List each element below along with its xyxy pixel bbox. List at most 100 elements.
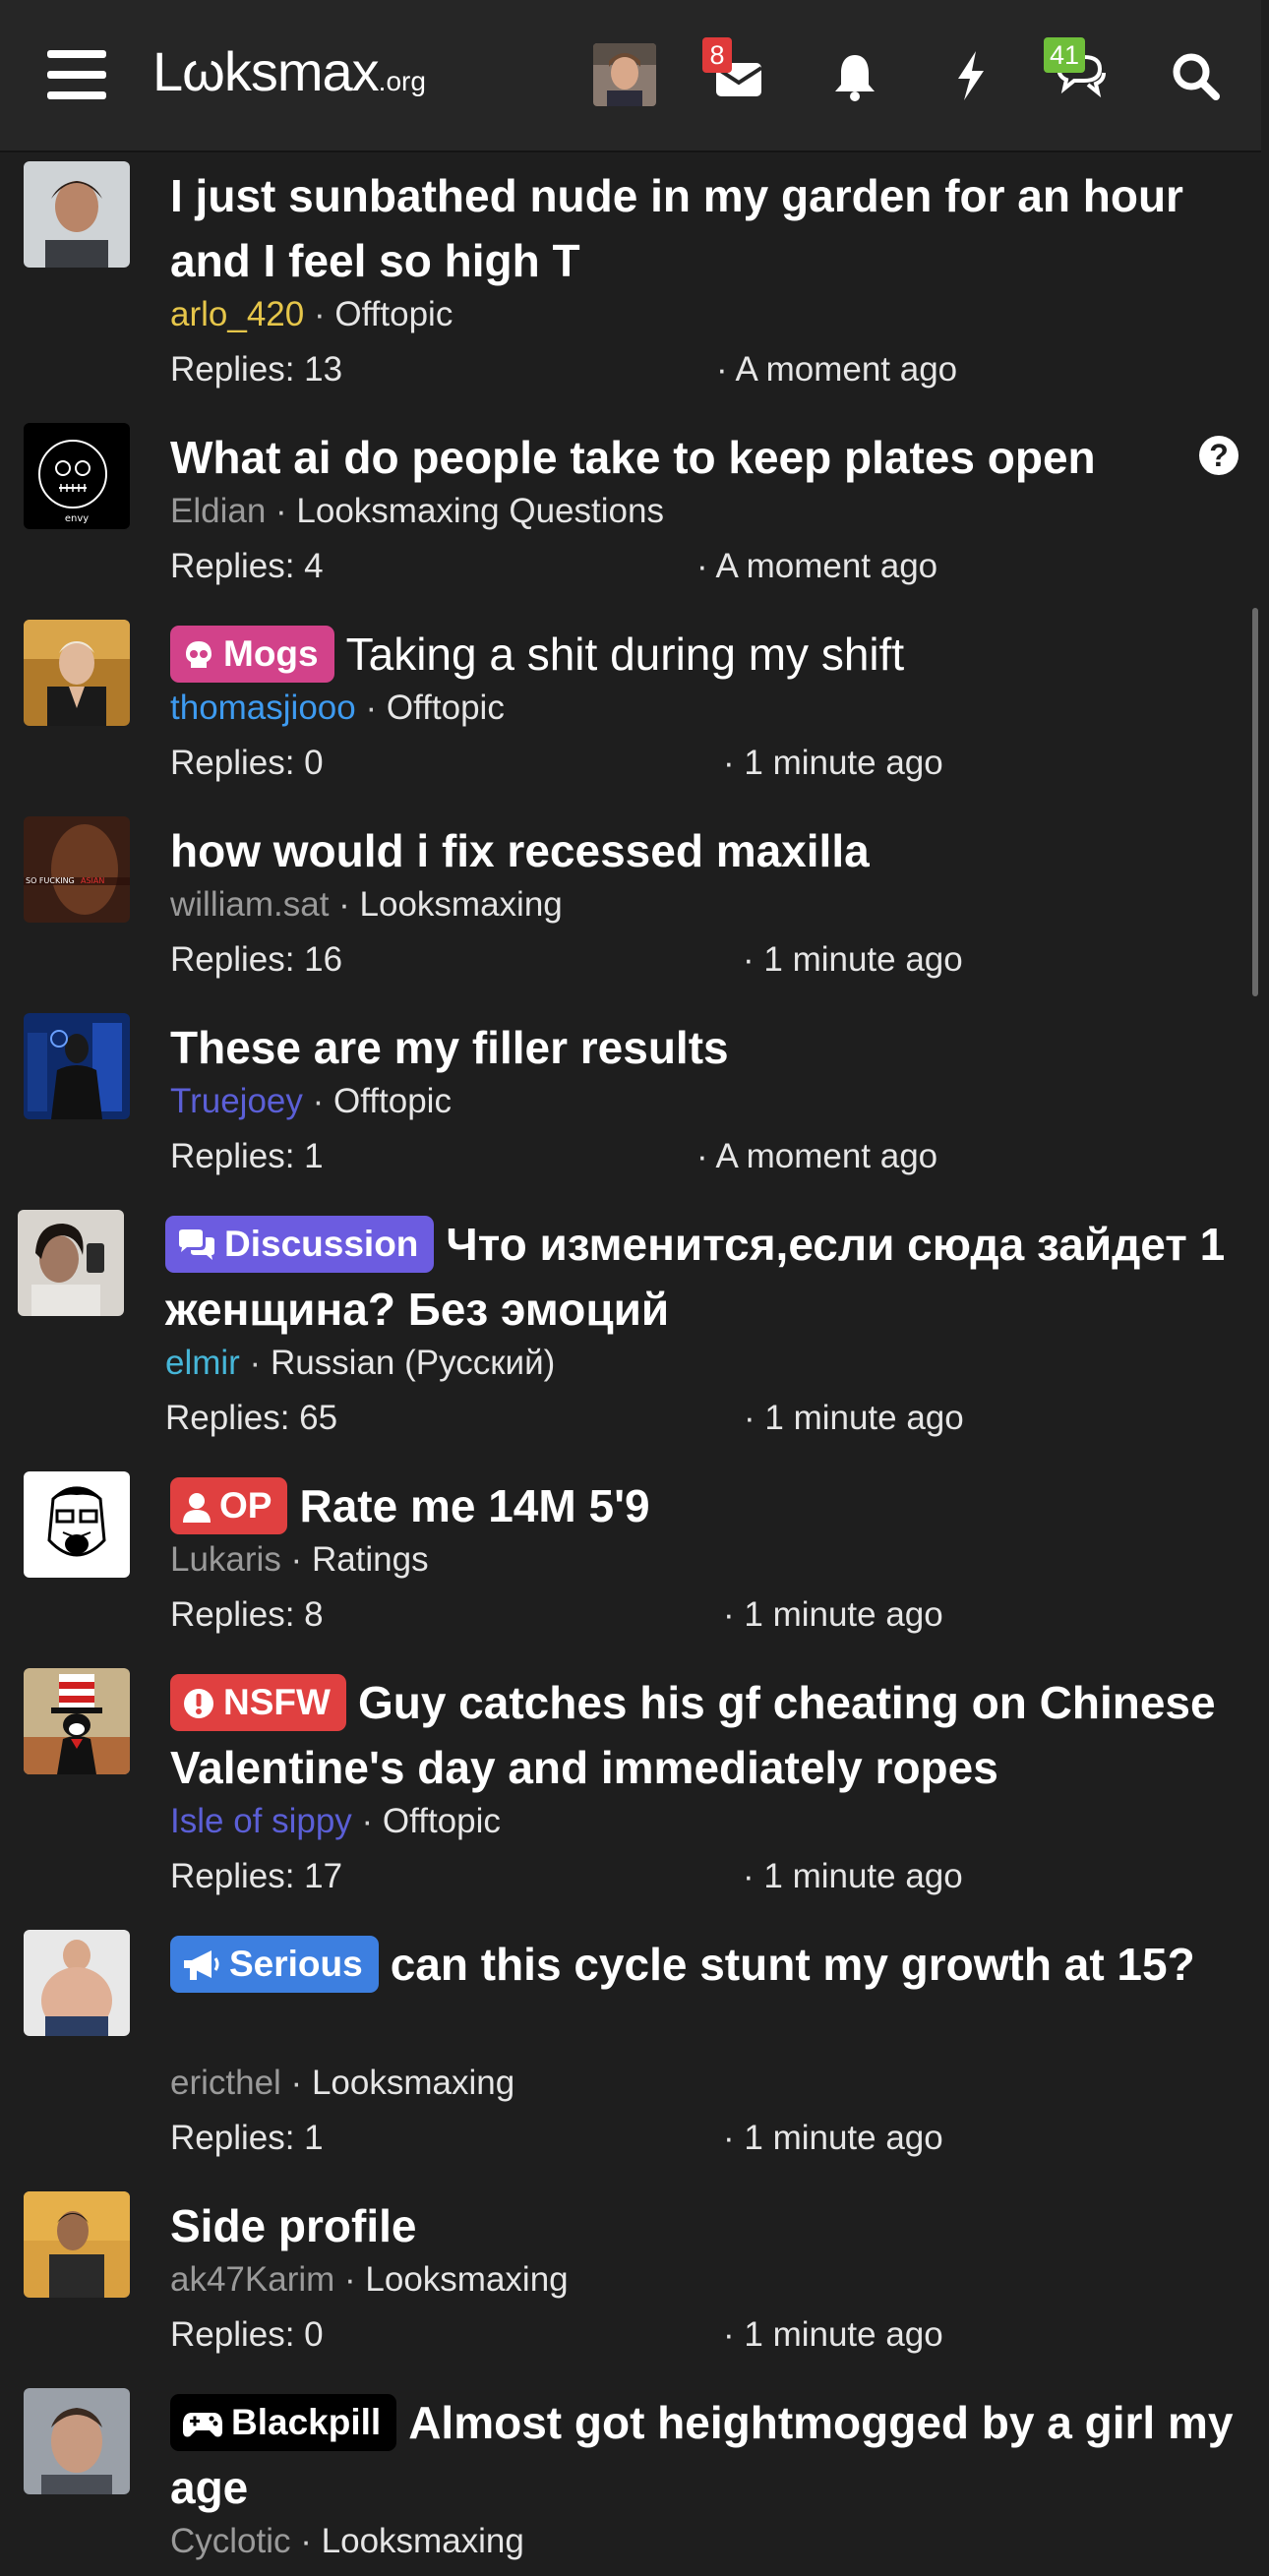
- last-activity[interactable]: · 1 minute ago: [723, 742, 943, 785]
- thread-author[interactable]: william.sat: [170, 885, 329, 924]
- thread-forum[interactable]: Offtopic: [333, 1082, 452, 1120]
- avatar[interactable]: SO FUCKING ASIAN: [24, 816, 130, 923]
- last-activity[interactable]: · A moment ago: [696, 545, 937, 588]
- avatar[interactable]: [24, 161, 130, 268]
- scrollbar[interactable]: [1252, 608, 1258, 996]
- thread-forum[interactable]: Russian (Русский): [271, 1344, 555, 1382]
- reply-count: Replies: 65: [165, 1399, 338, 1437]
- thread-title[interactable]: These are my filler results: [170, 1015, 1242, 1080]
- reply-count: Replies: 1: [170, 2119, 324, 2157]
- thread-author[interactable]: Isle of sippy: [170, 1802, 352, 1840]
- last-activity[interactable]: · A moment ago: [716, 348, 957, 391]
- thread-title[interactable]: NSFW Guy catches his gf cheating on Chine…: [170, 1670, 1242, 1800]
- skull-icon: [182, 631, 215, 689]
- reply-count: Replies: 13: [170, 350, 343, 389]
- svg-text:SO FUCKING: SO FUCKING: [26, 876, 75, 885]
- prefix-blackpill[interactable]: Blackpill: [170, 2394, 397, 2451]
- thread-title[interactable]: Blackpill Almost got heightmogged by a gi…: [170, 2390, 1242, 2520]
- thread-meta: Lukaris · Ratings: [170, 1540, 429, 1579]
- thread-title[interactable]: Mogs Taking a shit during my shift: [170, 622, 1242, 687]
- search-icon[interactable]: [1161, 41, 1230, 110]
- thread-stats: Replies: 4 · A moment ago: [170, 545, 937, 588]
- thread-meta: elmir · Russian (Русский): [165, 1344, 556, 1382]
- thread-forum[interactable]: Offtopic: [334, 295, 453, 333]
- thread-author[interactable]: ericthel: [170, 2064, 281, 2102]
- thread-forum[interactable]: Ratings: [312, 1540, 429, 1579]
- last-activity[interactable]: · 1 minute ago: [744, 1397, 964, 1440]
- user-icon: [182, 1483, 212, 1540]
- thread-author[interactable]: Lukaris: [170, 1540, 281, 1579]
- thread-stats: Replies: 0 · 1 minute ago: [170, 2313, 943, 2357]
- prefix-discussion[interactable]: Discussion: [165, 1216, 435, 1273]
- avatar[interactable]: [24, 1930, 130, 2036]
- bolt-icon[interactable]: [937, 41, 1005, 110]
- thread-meta: william.sat · Looksmaxing: [170, 885, 563, 924]
- alert-icon: [182, 1680, 215, 1737]
- reply-count: Replies: 16: [170, 940, 343, 979]
- svg-text:envy: envy: [65, 513, 89, 524]
- avatar[interactable]: [24, 1668, 130, 1774]
- thread-meta: Truejoey · Offtopic: [170, 1082, 452, 1120]
- last-activity[interactable]: · 1 minute ago: [743, 938, 963, 982]
- thread-author[interactable]: ak47Karim: [170, 2260, 334, 2299]
- thread-author[interactable]: Cyclotic: [170, 2522, 291, 2560]
- avatar[interactable]: [24, 1013, 130, 1119]
- thread-stats: Replies: 1 · 1 minute ago: [170, 2117, 943, 2160]
- thread-meta: ak47Karim · Looksmaxing: [170, 2260, 569, 2299]
- question-icon: ?: [1199, 436, 1239, 475]
- thread-stats: Replies: 17 · 1 minute ago: [170, 1855, 963, 1898]
- menu-icon[interactable]: [47, 50, 106, 99]
- top-navbar: Lωksmax.org 8 41: [0, 0, 1261, 152]
- thread-stats: Replies: 16 · 1 minute ago: [170, 938, 963, 982]
- thread-forum[interactable]: Offtopic: [387, 689, 505, 727]
- thread-forum[interactable]: Looksmaxing Questions: [296, 492, 664, 530]
- last-activity[interactable]: · 1 minute ago: [723, 2117, 943, 2160]
- megaphone-icon: [182, 1942, 221, 1999]
- thread-author[interactable]: elmir: [165, 1344, 240, 1382]
- prefix-nsfw[interactable]: NSFW: [170, 1674, 346, 1731]
- avatar[interactable]: envy: [24, 423, 130, 529]
- thread-author[interactable]: arlo_420: [170, 295, 304, 333]
- thread-meta: ericthel · Looksmaxing: [170, 2064, 515, 2102]
- avatar[interactable]: [24, 1471, 130, 1578]
- thread-title[interactable]: I just sunbathed nude in my garden for a…: [170, 163, 1242, 293]
- gamepad-icon: [182, 2400, 223, 2457]
- reply-count: Replies: 17: [170, 1857, 343, 1895]
- prefix-mogs[interactable]: Mogs: [170, 626, 334, 683]
- thread-title[interactable]: Serious can this cycle stunt my growth at…: [170, 1932, 1242, 1997]
- last-activity[interactable]: · A moment ago: [696, 1135, 937, 1178]
- thread-title[interactable]: Side profile: [170, 2193, 1242, 2258]
- chat-bubbles-icon: [177, 1222, 216, 1279]
- thread-title[interactable]: What ai do people take to keep plates op…: [170, 425, 1242, 490]
- thread-forum[interactable]: Looksmaxing: [322, 2522, 524, 2560]
- thread-forum[interactable]: Looksmaxing: [312, 2064, 514, 2102]
- thread-title[interactable]: Discussion Что изменится,если сюда зайдет…: [165, 1212, 1238, 1342]
- thread-author[interactable]: Truejoey: [170, 1082, 303, 1120]
- thread-title[interactable]: how would i fix recessed maxilla: [170, 818, 1242, 883]
- thread-author[interactable]: thomasjiooo: [170, 689, 356, 727]
- thread-author[interactable]: Eldian: [170, 492, 266, 530]
- thread-forum[interactable]: Looksmaxing: [365, 2260, 568, 2299]
- svg-text:ASIAN: ASIAN: [81, 876, 104, 885]
- bell-icon[interactable]: [820, 41, 889, 110]
- avatar[interactable]: [24, 620, 130, 726]
- thread-title[interactable]: OP Rate me 14M 5'9: [170, 1473, 1242, 1538]
- user-avatar[interactable]: [593, 43, 656, 106]
- thread-stats: Replies: 65 · 1 minute ago: [165, 1397, 964, 1440]
- last-activity[interactable]: · 1 minute ago: [723, 1593, 943, 1637]
- avatar[interactable]: [24, 2388, 130, 2494]
- thread-stats: Replies: 1 · A moment ago: [170, 1135, 937, 1178]
- site-logo[interactable]: Lωksmax.org: [152, 39, 426, 103]
- reply-count: Replies: 4: [170, 547, 324, 585]
- prefix-serious[interactable]: Serious: [170, 1936, 379, 1993]
- avatar[interactable]: [24, 2191, 130, 2298]
- last-activity[interactable]: · 1 minute ago: [743, 1855, 963, 1898]
- thread-forum[interactable]: Looksmaxing: [360, 885, 563, 924]
- thread-forum[interactable]: Offtopic: [383, 1802, 501, 1840]
- last-activity[interactable]: · 1 minute ago: [723, 2313, 943, 2357]
- thread-meta: Eldian · Looksmaxing Questions: [170, 492, 664, 530]
- avatar[interactable]: [18, 1210, 124, 1316]
- thread-meta: thomasjiooo · Offtopic: [170, 689, 505, 727]
- thread-stats: Replies: 13 · A moment ago: [170, 348, 957, 391]
- prefix-op[interactable]: OP: [170, 1477, 288, 1534]
